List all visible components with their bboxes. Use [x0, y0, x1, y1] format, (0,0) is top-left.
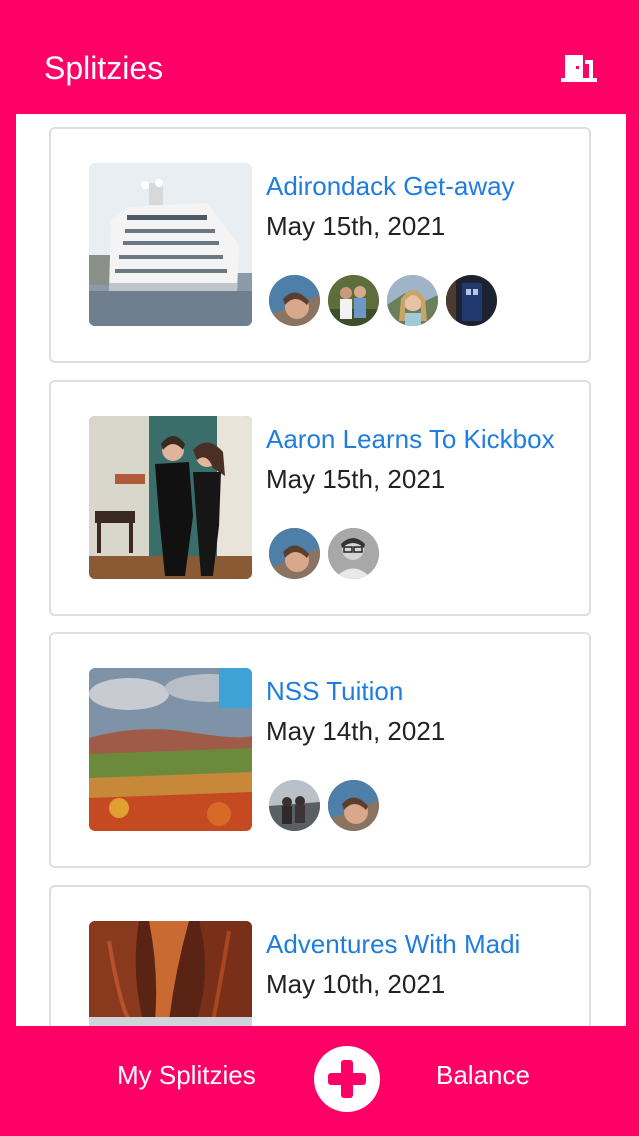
my-splitzies-nav[interactable]: My Splitzies: [117, 1058, 256, 1092]
splitzie-image: [89, 416, 252, 579]
splitzies-list[interactable]: Adirondack Get-away May 15th, 2021 Aaron…: [16, 114, 626, 1026]
splitzie-image: [89, 668, 252, 831]
splitzie-card[interactable]: NSS Tuition May 14th, 2021: [49, 632, 591, 868]
splitzie-image: [89, 163, 252, 326]
avatar[interactable]: [269, 275, 320, 326]
splitzie-date: May 15th, 2021: [266, 464, 446, 494]
member-avatars: [269, 528, 379, 580]
avatar[interactable]: [387, 275, 438, 326]
logout-button[interactable]: [560, 50, 598, 84]
add-splitzie-button[interactable]: [314, 1046, 380, 1112]
avatar[interactable]: [328, 528, 379, 579]
member-avatars: [269, 275, 497, 327]
plus-icon: [328, 1060, 366, 1098]
splitzie-date: May 10th, 2021: [266, 969, 446, 999]
avatar[interactable]: [328, 780, 379, 831]
splitzie-image: [89, 921, 252, 1026]
splitzie-title-link[interactable]: NSS Tuition: [266, 674, 403, 708]
splitzie-card[interactable]: Adventures With Madi May 10th, 2021: [49, 885, 591, 1026]
splitzie-title-link[interactable]: Aaron Learns To Kickbox: [266, 422, 555, 456]
avatar[interactable]: [269, 780, 320, 831]
splitzie-date: May 14th, 2021: [266, 716, 446, 746]
bottom-nav: My Splitzies Balance: [0, 1026, 639, 1136]
app-header: Splitzies: [0, 0, 639, 114]
door-exit-icon: [561, 55, 597, 82]
splitzie-title-link[interactable]: Adirondack Get-away: [266, 169, 515, 203]
avatar[interactable]: [328, 275, 379, 326]
splitzie-date: May 15th, 2021: [266, 211, 446, 241]
app-title: Splitzies: [44, 50, 164, 86]
splitzie-title-link[interactable]: Adventures With Madi: [266, 927, 520, 961]
splitzie-card[interactable]: Adirondack Get-away May 15th, 2021: [49, 127, 591, 363]
splitzie-card[interactable]: Aaron Learns To Kickbox May 15th, 2021: [49, 380, 591, 616]
member-avatars: [269, 780, 379, 832]
avatar[interactable]: [269, 528, 320, 579]
balance-nav[interactable]: Balance: [436, 1058, 530, 1092]
avatar[interactable]: [446, 275, 497, 326]
